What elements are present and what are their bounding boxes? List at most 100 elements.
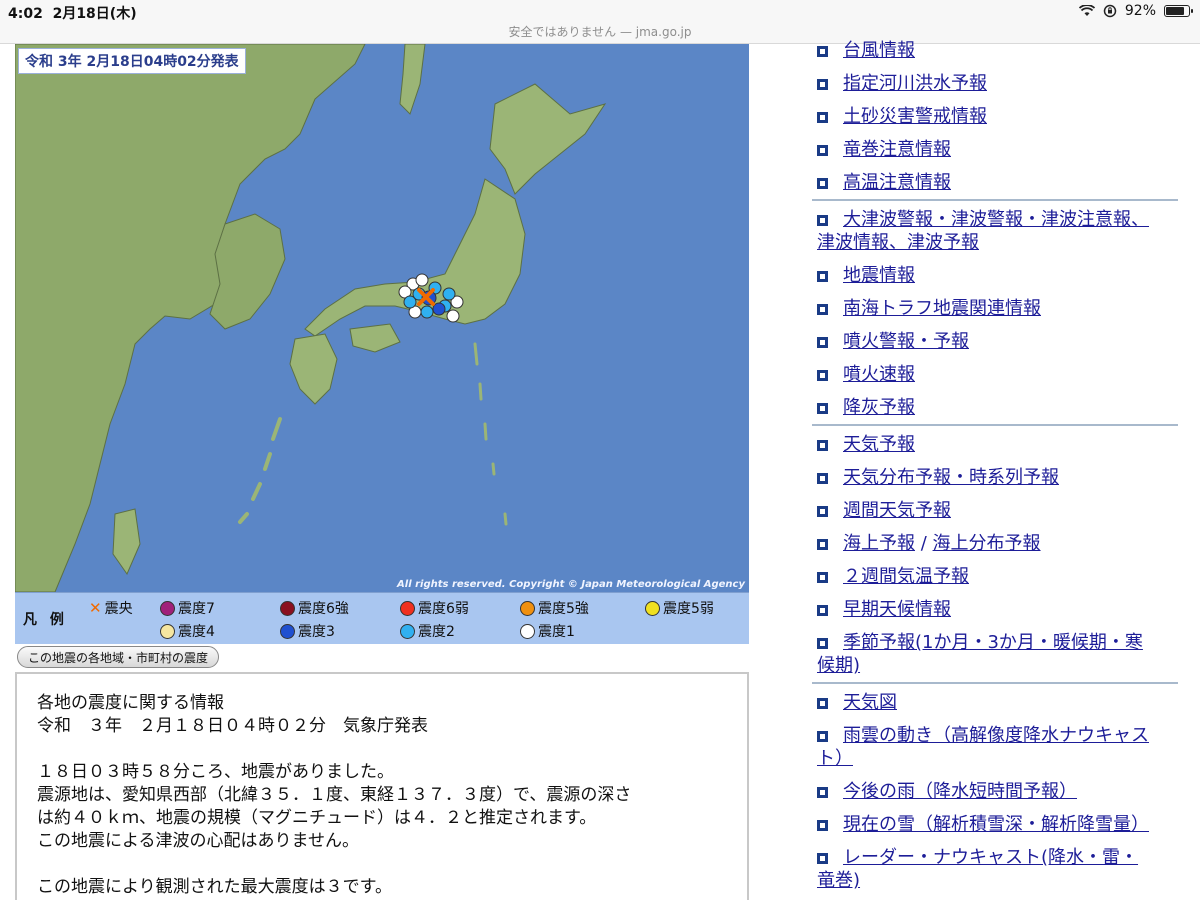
nav-link[interactable]: 季節予報(1か月・3か月・暖候期・寒 候期) <box>817 631 1178 677</box>
nav-link[interactable]: 降灰予報 <box>843 397 915 418</box>
legend-item-label: 震度2 <box>418 624 455 640</box>
status-right: 92% <box>1078 3 1193 19</box>
status-time: 4:02 2月18日(木) <box>8 3 137 23</box>
nav-group-forecast: 天気予報 天気分布予報・時系列予報 週間天気予報 海上予報 / 海上分布予報 ２… <box>812 428 1178 684</box>
izu-islands <box>473 342 508 526</box>
nav-link[interactable]: 雨雲の動き（高解像度降水ナウキャス ト） <box>817 724 1178 770</box>
nav-item: レーダー・ナウキャスト(降水・雷・ 竜巻) <box>812 841 1178 897</box>
wifi-icon <box>1078 5 1095 16</box>
bullet-icon <box>817 337 828 348</box>
nav-link[interactable]: 南海トラフ地震関連情報 <box>843 298 1041 319</box>
nav-link[interactable]: 大津波警報・津波警報・津波注意報、 津波情報、津波予報 <box>817 208 1178 254</box>
bullet-icon <box>817 370 828 381</box>
nav-link[interactable]: 今後の雨（降水短時間予報） <box>843 781 1077 802</box>
earthquake-map: 令和 3年 2月18日04時02分発表 All rights reserved.… <box>15 44 749 592</box>
nav-item: 天気図 <box>812 686 1178 719</box>
nav-link-line: レーダー・ナウキャスト(降水・雷・ <box>843 847 1139 868</box>
separator: / <box>920 533 927 554</box>
status-bar: 4:02 2月18日(木) 92% <box>0 0 1200 22</box>
nav-item: 土砂災害警戒情報 <box>812 100 1178 133</box>
nav-link[interactable]: 現在の雪（解析積雪深・解析降雪量） <box>843 814 1149 835</box>
nav-link[interactable]: 地震情報 <box>843 265 915 286</box>
legend-item-label: 震度6弱 <box>418 601 469 617</box>
nav-link[interactable]: 天気予報 <box>843 434 915 455</box>
nav-link[interactable]: 高温注意情報 <box>843 172 951 193</box>
nav-item: 大津波警報・津波警報・津波注意報、 津波情報、津波予報 <box>812 203 1178 259</box>
info-line: この地震により観測された最大震度は３です。 <box>37 877 392 897</box>
sakhalin <box>399 44 426 115</box>
nav-item: 天気予報 <box>812 428 1178 461</box>
bullet-icon <box>817 46 828 57</box>
intensity-2-icon <box>400 623 415 639</box>
legend-item: 震度6弱 <box>400 598 469 618</box>
nav-link[interactable]: 海上予報 <box>843 533 915 554</box>
legend-item: 震度6強 <box>280 598 349 618</box>
epicenter-icon: ✕ <box>89 599 102 617</box>
nav-item: 今後の雨（降水短時間予報） <box>812 775 1178 808</box>
nav-item: 早期天候情報 <box>812 593 1178 626</box>
taiwan <box>112 508 141 576</box>
nav-item: 高温注意情報 <box>812 166 1178 199</box>
info-line: は約４０ｋｍ、地震の規模（マグニチュード）は４．２と推定されます。 <box>37 808 597 828</box>
legend-item-label: 震度3 <box>298 624 335 640</box>
nav-item: 台風情報 <box>812 34 1178 67</box>
map-title: 令和 3年 2月18日04時02分発表 <box>18 48 246 74</box>
nav-item: 現在の雪（解析積雪深・解析降雪量） <box>812 808 1178 841</box>
region-intensity-button[interactable]: この地震の各地域・市町村の震度 <box>17 646 220 668</box>
legend-item-label: 震度5弱 <box>663 601 714 617</box>
bullet-icon <box>817 145 828 156</box>
info-line: この地震による津波の心配はありません。 <box>37 831 359 851</box>
nav-item: 降灰予報 <box>812 391 1178 424</box>
asian-continent <box>15 44 366 592</box>
nav-link-line: 雨雲の動き（高解像度降水ナウキャス <box>843 725 1149 746</box>
intensity-6-upper-icon <box>280 600 295 616</box>
nav-item: 天気分布予報・時系列予報 <box>812 461 1178 494</box>
nav-link[interactable]: 天気分布予報・時系列予報 <box>843 467 1059 488</box>
nav-item: 指定河川洪水予報 <box>812 67 1178 100</box>
map-legend: 凡 例 ✕ 震央 震度7 震度6強 震度6弱 震度5強 震度5弱 震度4 震度3… <box>15 592 749 644</box>
nav-link[interactable]: 週間天気予報 <box>843 500 951 521</box>
bullet-icon <box>817 178 828 189</box>
nav-group-warnings: 台風情報 指定河川洪水予報 土砂災害警戒情報 竜巻注意情報 高温注意情報 <box>812 34 1178 201</box>
nav-link[interactable]: 竜巻注意情報 <box>843 139 951 160</box>
nav-link[interactable]: 早期天候情報 <box>843 599 951 620</box>
nav-link[interactable]: 海上分布予報 <box>933 533 1041 554</box>
nav-item: 竜巻注意情報 <box>812 133 1178 166</box>
nav-link[interactable]: 噴火警報・予報 <box>843 331 969 352</box>
nav-link[interactable]: 土砂災害警戒情報 <box>843 106 987 127</box>
intensity-5-upper-icon <box>520 600 535 616</box>
bullet-icon <box>817 698 828 709</box>
intensity-3-icon <box>280 623 295 639</box>
ryukyu-islands <box>238 417 282 524</box>
legend-item: 震度4 <box>160 621 215 641</box>
nav-link[interactable]: 天気図 <box>843 692 897 713</box>
battery-fill <box>1166 7 1185 15</box>
shikoku <box>349 323 401 353</box>
legend-epicenter-label: 震央 <box>104 601 133 617</box>
bullet-icon <box>817 787 828 798</box>
nav-item: 噴火警報・予報 <box>812 325 1178 358</box>
nav-link-line: 大津波警報・津波警報・津波注意報、 <box>843 209 1149 230</box>
nav-group-weather-map: 天気図 雨雲の動き（高解像度降水ナウキャス ト） 今後の雨（降水短時間予報） 現在… <box>812 686 1178 897</box>
legend-item: 震度1 <box>520 621 575 641</box>
nav-link[interactable]: 指定河川洪水予報 <box>843 73 987 94</box>
nav-link[interactable]: ２週間気温予報 <box>843 566 969 587</box>
info-title: 各地の震度に関する情報 <box>37 693 224 713</box>
nav-item: 噴火速報 <box>812 358 1178 391</box>
bullet-icon <box>817 271 828 282</box>
legend-item-label: 震度6強 <box>298 601 349 617</box>
nav-item: 地震情報 <box>812 259 1178 292</box>
clock: 4:02 <box>8 6 43 22</box>
nav-item: 海上予報 / 海上分布予報 <box>812 527 1178 560</box>
nav-link[interactable]: レーダー・ナウキャスト(降水・雷・ 竜巻) <box>817 846 1178 892</box>
legend-item: 震度2 <box>400 621 455 641</box>
nav-link[interactable]: 噴火速報 <box>843 364 915 385</box>
nav-link[interactable]: 台風情報 <box>843 40 915 61</box>
nav-link-line: 津波情報、津波予報 <box>817 232 979 253</box>
info-issued: 令和 ３年 ２月１８日０４時０２分 気象庁発表 <box>37 716 428 736</box>
legend-item: 震度5弱 <box>645 598 714 618</box>
url-text: 安全ではありません — jma.go.jp <box>508 25 692 39</box>
map-copyright: All rights reserved. Copyright © Japan M… <box>397 579 745 590</box>
bullet-icon <box>817 403 828 414</box>
bullet-icon <box>817 638 828 649</box>
